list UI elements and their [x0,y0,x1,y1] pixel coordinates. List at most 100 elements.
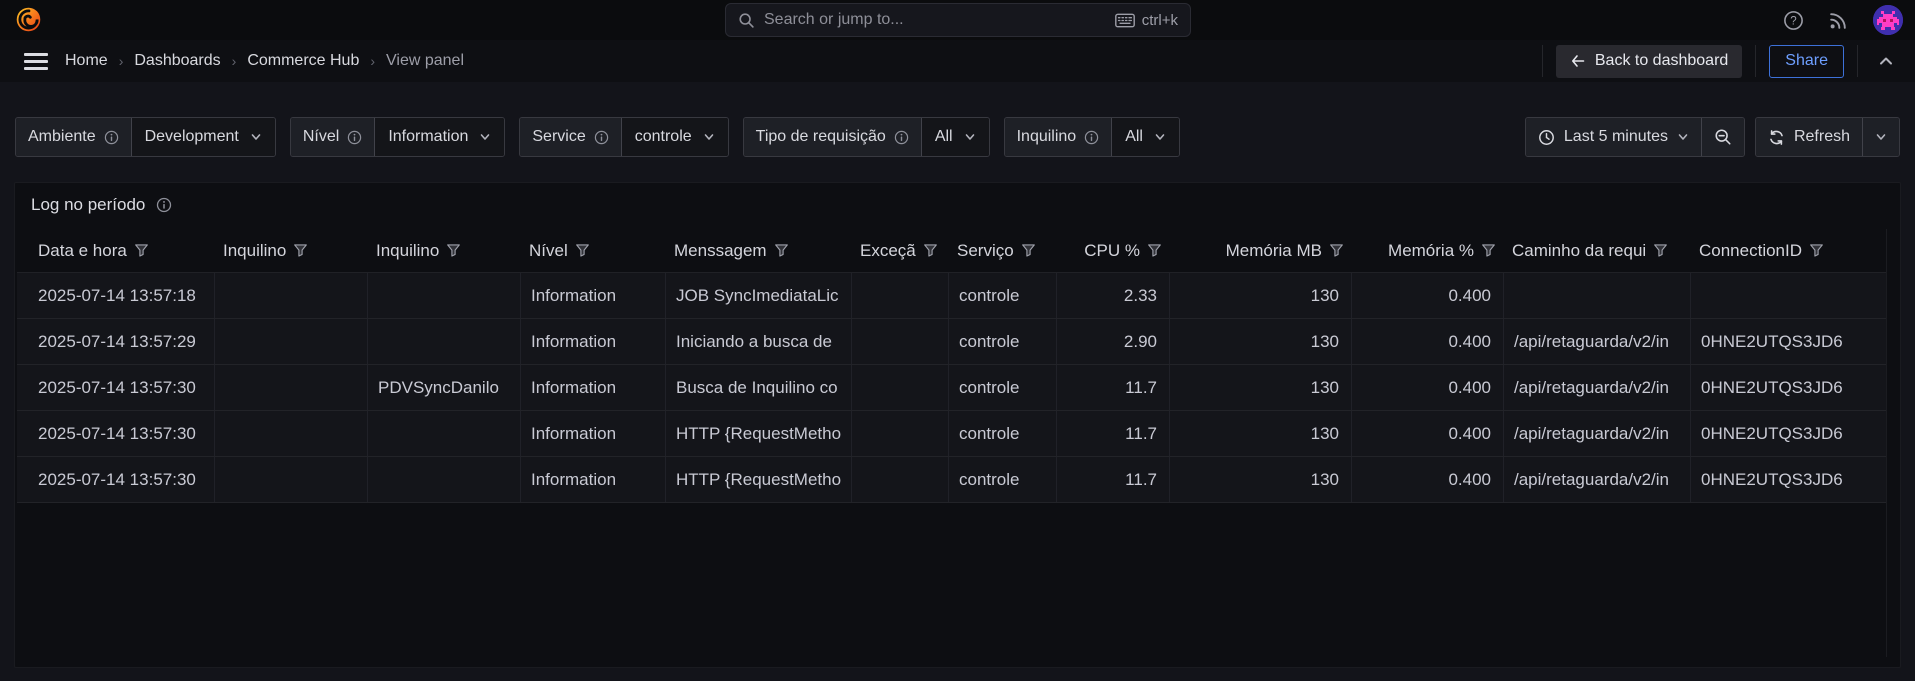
table-cell [1504,273,1691,318]
table-cell [368,319,521,364]
rss-icon[interactable] [1828,10,1849,31]
filter-funnel-icon[interactable] [1329,243,1344,258]
filter-value-dropdown[interactable]: controle [622,118,728,156]
filter-value-dropdown[interactable]: All [922,118,989,156]
table-cell [852,273,949,318]
filter-funnel-icon[interactable] [1021,243,1036,258]
table-cell: /api/retaguarda/v2/in [1504,365,1691,410]
table-cell: Iniciando a busca de [666,319,852,364]
table-cell: controle [949,273,1057,318]
table-cell: 130 [1170,411,1352,456]
column-header[interactable]: Inquilino [368,229,521,272]
search-shortcut: ctrl+k [1115,12,1178,29]
filter-funnel-icon[interactable] [293,243,308,258]
chevron-down-icon [1677,131,1689,143]
info-icon[interactable] [1084,130,1099,145]
breadcrumb-separator: › [370,53,375,69]
filter-pill-inquilino: InquilinoAll [1004,117,1180,157]
menu-icon[interactable] [24,49,48,73]
breadcrumb-dashboards[interactable]: Dashboards [134,52,220,70]
table-cell: HTTP {RequestMetho [666,411,852,456]
breadcrumb-home[interactable]: Home [65,52,108,70]
grafana-logo-icon[interactable] [14,5,43,34]
table-cell [368,411,521,456]
table-cell: 11.7 [1057,457,1170,502]
filter-funnel-icon[interactable] [1147,243,1162,258]
filter-value-dropdown[interactable]: All [1112,118,1179,156]
column-header[interactable]: Menssagem [666,229,852,272]
info-icon[interactable] [104,130,119,145]
table-row: 2025-07-14 13:57:30InformationHTTP {Requ… [17,411,1886,457]
zoom-out-time-button[interactable] [1701,118,1744,156]
filter-funnel-icon[interactable] [134,243,149,258]
filter-funnel-icon[interactable] [446,243,461,258]
breadcrumb-commerce-hub[interactable]: Commerce Hub [247,52,359,70]
filter-funnel-icon[interactable] [774,243,789,258]
table-cell [215,319,368,364]
arrow-left-icon [1570,53,1586,69]
column-header[interactable]: Nível [521,229,666,272]
help-icon[interactable]: ? [1783,10,1804,31]
info-icon[interactable] [894,130,909,145]
table-cell: 2.90 [1057,319,1170,364]
table-cell: controle [949,457,1057,502]
filter-funnel-icon[interactable] [923,243,938,258]
chevron-down-icon [703,131,715,143]
column-header[interactable]: CPU % [1057,229,1170,272]
panel-title[interactable]: Log no período [31,192,172,218]
time-picker-group: Last 5 minutes [1525,117,1745,157]
column-header[interactable]: Serviço [949,229,1057,272]
table-cell: 130 [1170,319,1352,364]
column-header[interactable]: Memória % [1352,229,1504,272]
filter-funnel-icon[interactable] [1809,243,1824,258]
column-header[interactable]: Inquilino [215,229,368,272]
filter-label: Ambiente [16,118,132,156]
table-cell: /api/retaguarda/v2/in [1504,319,1691,364]
column-header[interactable]: ConnectionID [1691,229,1886,272]
user-avatar[interactable] [1873,5,1903,35]
column-header[interactable]: Memória MB [1170,229,1352,272]
filter-pill-n-vel: NívelInformation [290,117,506,157]
table-cell: JOB SyncImediataLic [666,273,852,318]
table-cell: Information [521,457,666,502]
info-icon[interactable] [156,197,172,213]
table-scrollbar-track[interactable] [1886,229,1887,657]
search-input[interactable]: Search or jump to... ctrl+k [725,3,1191,37]
table-cell: 0.400 [1352,273,1504,318]
refresh-button[interactable]: Refresh [1756,118,1862,156]
breadcrumb-bar: Home › Dashboards › Commerce Hub › View … [0,40,1915,82]
filter-pill-service: Servicecontrole [519,117,728,157]
top-nav: Search or jump to... ctrl+k ? [0,0,1915,40]
column-header[interactable]: Caminho da requi [1504,229,1691,272]
filter-value-dropdown[interactable]: Information [375,118,504,156]
chevron-down-icon [1875,131,1887,143]
collapse-header-button[interactable] [1871,46,1901,76]
breadcrumb-separator: › [232,53,237,69]
filter-label: Inquilino [1005,118,1113,156]
filter-value-dropdown[interactable]: Development [132,118,275,156]
refresh-interval-dropdown[interactable] [1862,118,1899,156]
table-cell: 0.400 [1352,319,1504,364]
table-cell: /api/retaguarda/v2/in [1504,411,1691,456]
time-range-picker[interactable]: Last 5 minutes [1526,118,1701,156]
panel-title-text: Log no período [31,195,145,215]
log-table: Data e horaInquilinoInquilinoNívelMenssa… [17,229,1886,503]
table-row: 2025-07-14 13:57:29InformationIniciando … [17,319,1886,365]
filter-funnel-icon[interactable] [1481,243,1496,258]
table-cell: 11.7 [1057,411,1170,456]
clock-icon [1538,129,1555,146]
filter-funnel-icon[interactable] [575,243,590,258]
column-header[interactable]: Data e hora [17,229,215,272]
info-icon[interactable] [347,130,362,145]
filter-funnel-icon[interactable] [1653,243,1668,258]
column-header[interactable]: Exceçã [852,229,949,272]
back-to-dashboard-button[interactable]: Back to dashboard [1556,45,1742,78]
chevron-up-icon [1878,53,1894,69]
filter-pill-ambiente: AmbienteDevelopment [15,117,276,157]
table-cell: 130 [1170,457,1352,502]
table-cell: 0HNE2UTQS3JD6 [1691,411,1886,456]
info-icon[interactable] [594,130,609,145]
template-variables: AmbienteDevelopment NívelInformation Servi… [15,117,1180,157]
table-cell: Information [521,411,666,456]
share-button[interactable]: Share [1769,45,1844,78]
